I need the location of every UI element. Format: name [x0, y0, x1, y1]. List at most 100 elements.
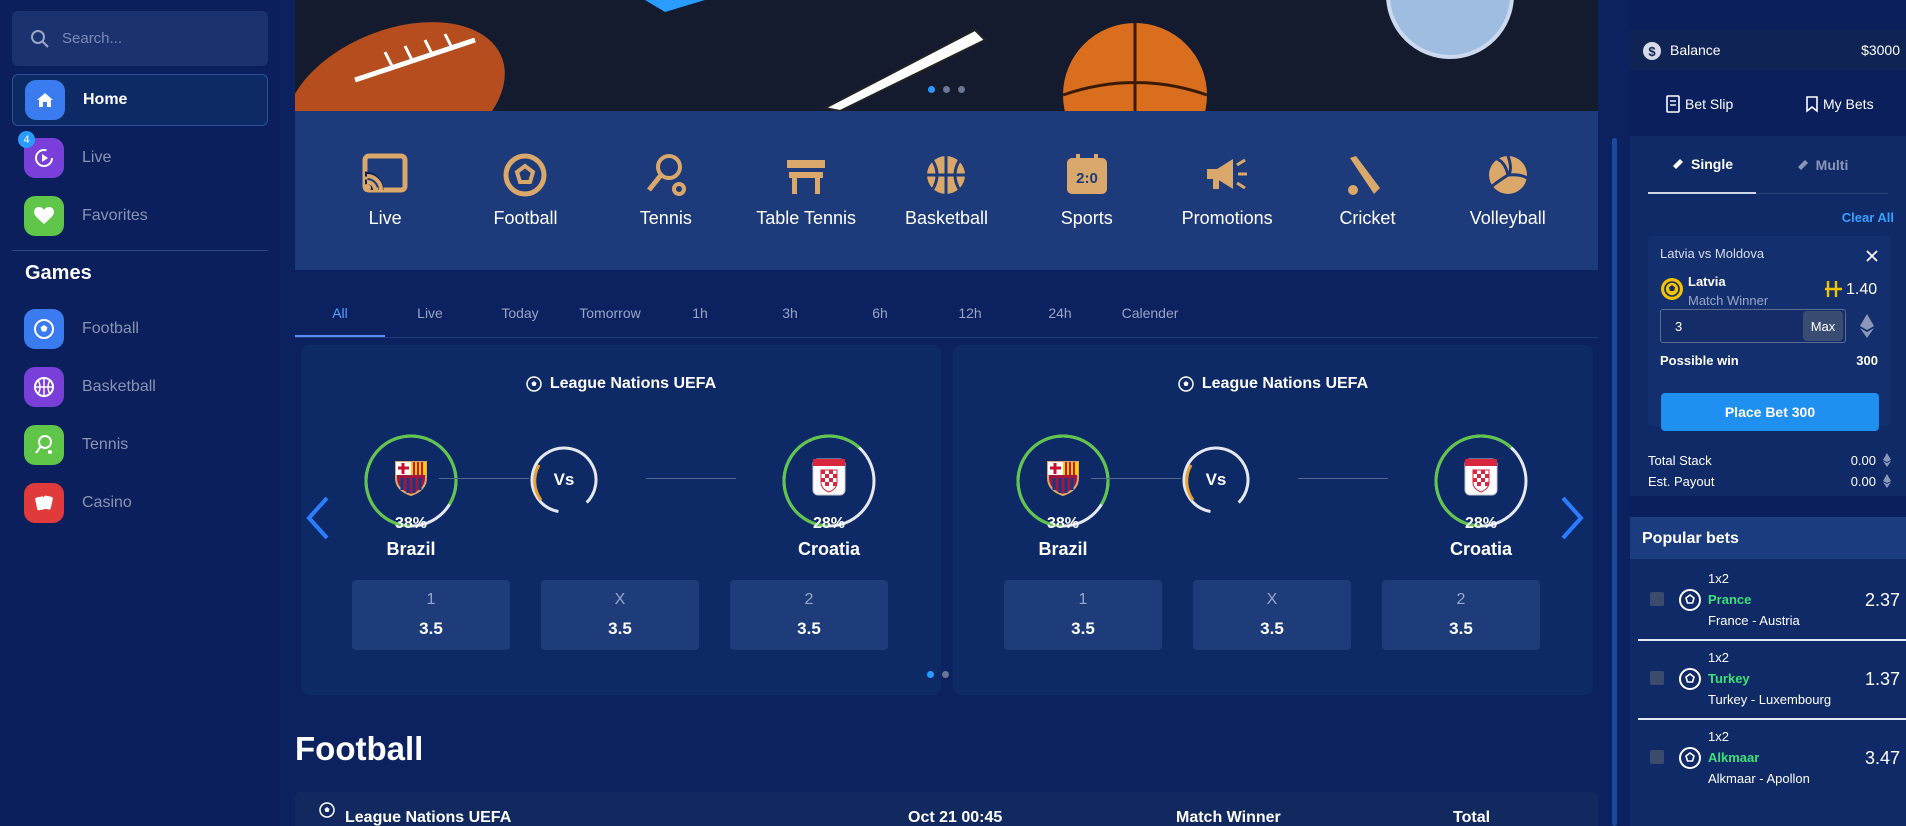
bet-checkbox[interactable] — [1650, 592, 1664, 606]
promo-banner[interactable] — [295, 0, 1598, 111]
odds-value: 3.5 — [608, 619, 632, 638]
sidebar-item-live[interactable]: 4 Live — [12, 131, 268, 184]
app: Search... Home 4 Live Favorites Games Fo… — [0, 0, 1906, 826]
bookmark-icon — [1806, 96, 1818, 113]
sidebar-item-label: Live — [82, 149, 112, 166]
search-box[interactable]: Search... — [12, 11, 268, 66]
possible-win-label: Possible win — [1660, 353, 1739, 368]
popular-bet-row[interactable]: 1x2 Prance France - Austria 2.37 — [1638, 562, 1906, 641]
pagination-dot[interactable] — [927, 671, 934, 678]
odds-button-1[interactable]: 1 3.5 — [352, 580, 510, 650]
popular-bet-row[interactable]: 1x2 Alkmaar Alkmaar - Apollon 3.47 — [1638, 720, 1906, 799]
category-table-tennis[interactable]: Table Tennis — [741, 152, 871, 229]
stake-input[interactable]: 3 Max — [1660, 309, 1846, 343]
place-bet-button[interactable]: Place Bet 300 — [1661, 393, 1879, 431]
clear-all-link[interactable]: Clear All — [1842, 210, 1894, 225]
filter-tab-all[interactable]: All — [295, 290, 385, 337]
cards-icon — [24, 483, 64, 523]
category-cricket[interactable]: Cricket — [1302, 152, 1432, 229]
popular-bet-row[interactable]: 1x2 Turkey Turkey - Luxembourg 1.37 — [1638, 641, 1906, 720]
bet-match: Latvia vs Moldova — [1660, 246, 1765, 261]
tab-multi[interactable]: Multi — [1756, 136, 1888, 194]
filter-tab-1h[interactable]: 1h — [655, 290, 745, 337]
pagination-dot[interactable] — [942, 671, 949, 678]
filter-tab-today[interactable]: Today — [475, 290, 565, 337]
category-promotions[interactable]: Promotions — [1162, 152, 1292, 229]
win-percentage: 38% — [1046, 515, 1080, 532]
sidebar-item-basketball[interactable]: Basketball — [12, 361, 268, 413]
category-basketball[interactable]: Basketball — [881, 152, 1011, 229]
filter-tab-6h[interactable]: 6h — [835, 290, 925, 337]
sidebar-item-football[interactable]: Football — [12, 303, 268, 355]
odds-button-2[interactable]: 2 3.5 — [730, 580, 888, 650]
ethereum-icon — [1860, 314, 1874, 338]
search-input[interactable]: Search... — [62, 30, 122, 47]
ticket-icon — [1672, 159, 1683, 169]
receipt-icon — [1666, 95, 1680, 113]
banner-pagination[interactable] — [928, 86, 965, 93]
filter-tab-24h[interactable]: 24h — [1015, 290, 1105, 337]
carousel-prev-arrow[interactable] — [305, 495, 331, 551]
odds-button-1[interactable]: 1 3.5 — [1004, 580, 1162, 650]
pagination-dot[interactable] — [943, 86, 950, 93]
bet-match: France - Austria — [1708, 613, 1800, 628]
bet-odd: 1.40 — [1846, 281, 1878, 298]
tab-label: My Bets — [1823, 96, 1874, 112]
filter-tab-3h[interactable]: 3h — [745, 290, 835, 337]
sidebar-item-label: Football — [82, 320, 139, 337]
max-button[interactable]: Max — [1803, 311, 1843, 341]
sidebar-item-tennis[interactable]: Tennis — [12, 419, 268, 471]
bet-type: 1x2 — [1708, 650, 1729, 665]
pagination-dot[interactable] — [958, 86, 965, 93]
category-tennis[interactable]: Tennis — [601, 152, 731, 229]
league-name: League Nations UEFA — [549, 375, 717, 392]
category-label: Football — [493, 208, 558, 228]
slip-tabs: Bet Slip My Bets — [1630, 86, 1906, 126]
category-sports[interactable]: 2:0 Sports — [1022, 152, 1152, 229]
tab-label: Single — [1690, 156, 1733, 172]
filter-tab-live[interactable]: Live — [385, 290, 475, 337]
bet-checkbox[interactable] — [1650, 671, 1664, 685]
away-team: 28% Croatia — [1421, 433, 1541, 560]
odds-value: 3.5 — [797, 619, 821, 638]
category-football[interactable]: Football — [460, 152, 590, 229]
possible-win-value: 300 — [1856, 353, 1878, 368]
sidebar-item-favorites[interactable]: Favorites — [12, 190, 268, 242]
close-icon[interactable] — [1866, 250, 1878, 262]
sidebar-item-casino[interactable]: Casino — [12, 477, 268, 529]
sidebar-item-home[interactable]: Home — [12, 74, 268, 126]
table-market: Match Winner — [1176, 809, 1281, 826]
basketball-icon — [927, 156, 966, 194]
odds-button-x[interactable]: X 3.5 — [1193, 580, 1351, 650]
win-chance-ring: 28% — [781, 433, 877, 532]
tab-bet-slip[interactable]: Bet Slip — [1665, 95, 1733, 113]
category-label: Live — [368, 208, 402, 228]
games-heading: Games — [25, 262, 92, 284]
tab-my-bets[interactable]: My Bets — [1805, 95, 1874, 113]
category-live[interactable]: Live — [320, 152, 450, 229]
carousel-next-arrow[interactable] — [1559, 495, 1585, 551]
football-section-heading: Football — [295, 730, 424, 767]
odds-button-x[interactable]: X 3.5 — [541, 580, 699, 650]
sidebar-item-label: Tennis — [82, 436, 129, 453]
category-label: Volleyball — [1469, 208, 1546, 228]
team-name: Croatia — [1449, 539, 1512, 559]
table-total: Total — [1453, 809, 1491, 826]
tab-single[interactable]: Single — [1648, 136, 1756, 194]
filter-tab-tomorrow[interactable]: Tomorrow — [565, 290, 655, 337]
bet-odd: 1.37 — [1864, 669, 1900, 689]
total-stack-label: Total Stack — [1648, 453, 1712, 468]
odds-button-2[interactable]: 2 3.5 — [1382, 580, 1540, 650]
stake-value: 3 — [1675, 319, 1683, 334]
bet-checkbox[interactable] — [1650, 750, 1664, 764]
bet-odd: 3.47 — [1864, 748, 1900, 768]
live-icon: 4 — [18, 131, 64, 178]
events-table-header: League Nations UEFA Oct 21 00:45 Match W… — [295, 792, 1598, 826]
pagination-dot[interactable] — [928, 86, 935, 93]
main-scrollbar[interactable] — [1612, 138, 1617, 826]
tennis-racket-icon — [646, 154, 686, 196]
category-volleyball[interactable]: Volleyball — [1443, 152, 1573, 229]
filter-tab-calender[interactable]: Calender — [1105, 290, 1195, 337]
filter-tab-12h[interactable]: 12h — [925, 290, 1015, 337]
win-percentage: 38% — [394, 515, 428, 532]
